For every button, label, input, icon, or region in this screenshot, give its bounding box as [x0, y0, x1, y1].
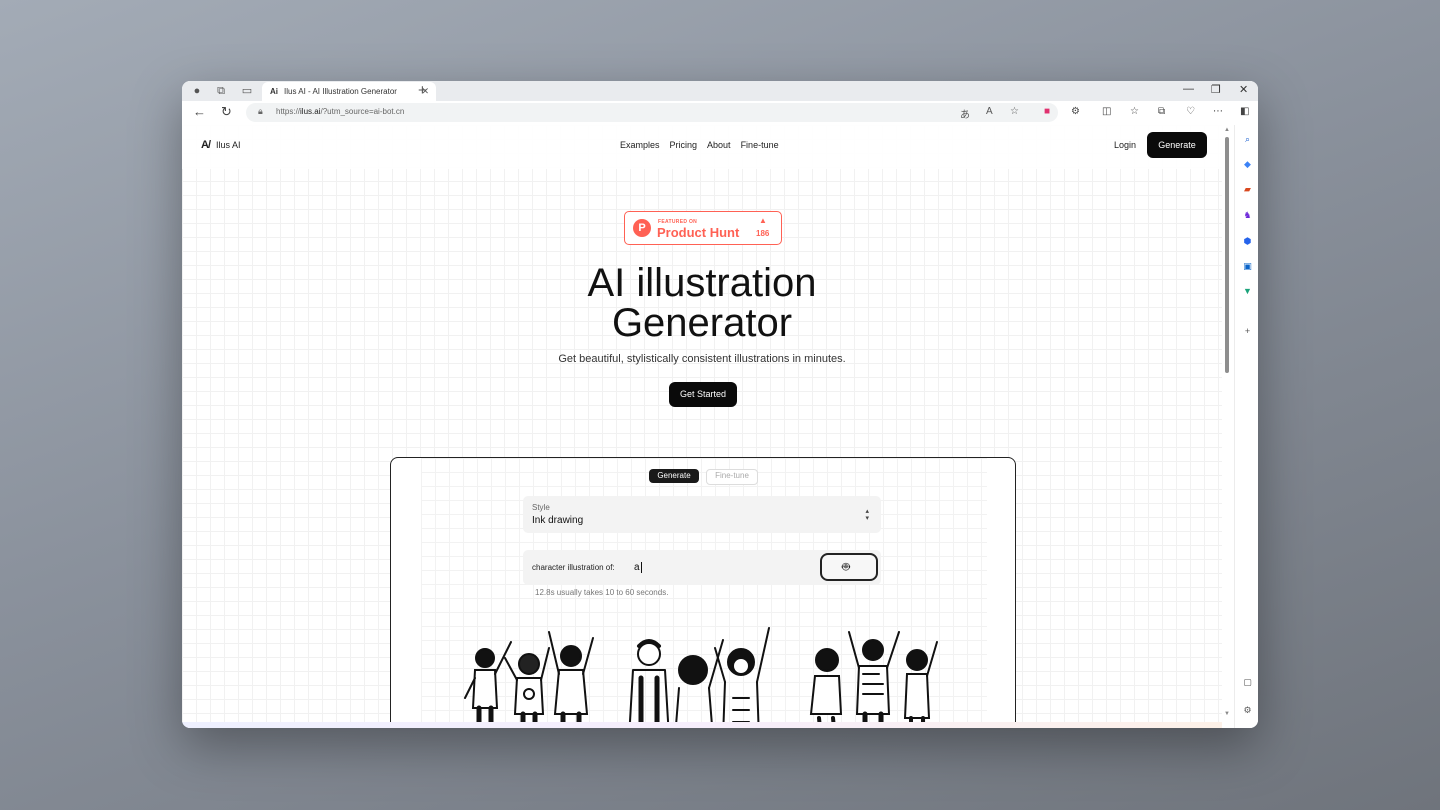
figure-group-1 — [464, 631, 594, 722]
nav-link-fine-tune[interactable]: Fine-tune — [741, 140, 779, 150]
page-scrollbar[interactable]: ▲ ▼ — [1222, 125, 1234, 728]
restore-icon[interactable]: ❐ — [1211, 83, 1221, 96]
upvote-arrow-icon: ▲ — [759, 216, 767, 225]
screenshot-icon[interactable]: ▢ — [1241, 676, 1254, 689]
nav-link-examples[interactable]: Examples — [620, 140, 660, 150]
profile-icon[interactable]: ● — [190, 84, 204, 98]
outlook-icon[interactable]: ▣ — [1241, 260, 1254, 273]
figure-group-3 — [809, 631, 938, 722]
address-bar: ← ↻ 🔒︎ https://ilus.ai/?utm_source=ai-bo… — [182, 101, 1258, 126]
workspaces-icon[interactable]: ⧉ — [214, 84, 228, 98]
figure-group-2 — [628, 627, 770, 722]
select-caret-icon: ▴ ▾ — [865, 508, 869, 522]
tab-actions-icon[interactable]: ▭ — [240, 84, 254, 98]
games-icon[interactable]: ♞ — [1241, 209, 1254, 222]
active-tab[interactable]: Ai Ilus AI - AI Illustration Generator ✕ — [262, 82, 436, 101]
hero-title: AI illustration Generator — [182, 263, 1222, 343]
generation-timing: 12.8s usually takes 10 to 60 seconds. — [535, 588, 669, 597]
badge-name: Product Hunt — [657, 225, 740, 240]
style-select[interactable]: Style Ink drawing ▴ ▾ — [523, 496, 881, 533]
site-logo[interactable]: A/ Ilus AI — [201, 139, 241, 151]
browser-window: ● ⧉ ▭ Ai Ilus AI - AI Illustration Gener… — [182, 81, 1258, 728]
nav-link-pricing[interactable]: Pricing — [670, 140, 698, 150]
upvote-count: 186 — [756, 229, 770, 238]
drop-icon[interactable]: ▼ — [1241, 285, 1254, 298]
hero-subtitle: Get beautiful, stylistically consistent … — [558, 353, 846, 365]
search-icon[interactable]: ⌕ — [1241, 133, 1254, 146]
prompt-value: a — [634, 562, 642, 573]
scroll-thumb[interactable] — [1225, 137, 1229, 373]
site-header: A/ Ilus AI Examples Pricing About Fine-t… — [182, 125, 1222, 169]
main-nav: Examples Pricing About Fine-tune — [620, 140, 779, 150]
tag-icon[interactable]: ◆ — [1241, 158, 1254, 171]
url-input[interactable]: 🔒︎ https://ilus.ai/?utm_source=ai-bot.cn… — [246, 103, 1058, 122]
robot-icon: 🤖︎ — [842, 559, 850, 574]
browser-sidebar: ⌕ ◆ ▰ ♞ ⬢ ▣ ▼ + ▢ ⚙ — [1234, 125, 1258, 728]
tab-fine-tune[interactable]: Fine-tune — [706, 469, 758, 485]
toolbox-icon[interactable]: ▰ — [1241, 183, 1254, 196]
more-menu-icon[interactable]: ⋯ — [1213, 106, 1223, 118]
favorite-star-icon[interactable]: ☆ — [1010, 106, 1019, 117]
favorites-icon[interactable]: ☆ — [1130, 106, 1139, 118]
read-aloud-icon[interactable]: A — [986, 106, 993, 117]
tab-bar: ● ⧉ ▭ Ai Ilus AI - AI Illustration Gener… — [182, 81, 1258, 101]
tab-generate[interactable]: Generate — [649, 469, 699, 483]
refresh-icon[interactable]: ↻ — [221, 105, 232, 119]
microsoft-365-icon[interactable]: ⬢ — [1241, 235, 1254, 248]
extensions-puzzle-icon[interactable]: ⚙ — [1071, 106, 1080, 118]
login-link[interactable]: Login — [1114, 140, 1136, 150]
scroll-up-icon[interactable]: ▲ — [1224, 127, 1230, 133]
logo-mark-icon: A/ — [201, 139, 211, 151]
product-hunt-logo-icon: P — [633, 219, 651, 237]
performance-icon[interactable]: ♡ — [1186, 106, 1195, 118]
prompt-label: character illustration of: — [532, 563, 615, 572]
tab-favicon-icon: Ai — [270, 87, 278, 96]
header-generate-button[interactable]: Generate — [1147, 132, 1207, 158]
hero-title-line1: AI illustration — [587, 261, 817, 305]
nav-link-about[interactable]: About — [707, 140, 731, 150]
style-label: Style — [532, 503, 550, 512]
sidebar-toggle-icon[interactable]: ◧ — [1240, 106, 1249, 118]
url-text: https://ilus.ai/?utm_source=ai-bot.cn — [276, 107, 405, 116]
split-screen-icon[interactable]: ◫ — [1102, 106, 1111, 118]
collections-icon[interactable]: ⧉ — [1158, 106, 1165, 118]
hero-title-line2: Generator — [611, 301, 793, 345]
close-window-icon[interactable]: ✕ — [1239, 83, 1248, 96]
tab-title: Ilus AI - AI Illustration Generator — [284, 87, 397, 96]
extension-icon[interactable]: ■ — [1044, 106, 1050, 118]
lock-icon[interactable]: 🔒︎ — [258, 106, 263, 117]
generate-submit-button[interactable]: 🤖︎ — [820, 553, 878, 581]
product-hunt-badge[interactable]: P FEATURED ON Product Hunt ▲ 186 — [624, 211, 782, 245]
add-icon[interactable]: + — [1241, 325, 1254, 338]
logo-text: Ilus AI — [216, 140, 241, 150]
translate-icon[interactable]: あ — [960, 106, 970, 121]
sample-illustrations-image — [464, 627, 938, 722]
demo-panel: Generate Fine-tune Style Ink drawing ▴ ▾ … — [390, 457, 1016, 722]
bottom-strip — [182, 722, 1222, 728]
scroll-down-icon[interactable]: ▼ — [1224, 711, 1230, 717]
settings-gear-icon[interactable]: ⚙ — [1241, 704, 1254, 717]
new-tab-icon[interactable]: + — [418, 82, 427, 99]
get-started-button[interactable]: Get Started — [669, 382, 737, 407]
style-value: Ink drawing — [532, 515, 584, 526]
web-page: A/ Ilus AI Examples Pricing About Fine-t… — [182, 125, 1222, 722]
minimize-icon[interactable]: — — [1183, 83, 1194, 95]
back-icon[interactable]: ← — [193, 105, 206, 119]
